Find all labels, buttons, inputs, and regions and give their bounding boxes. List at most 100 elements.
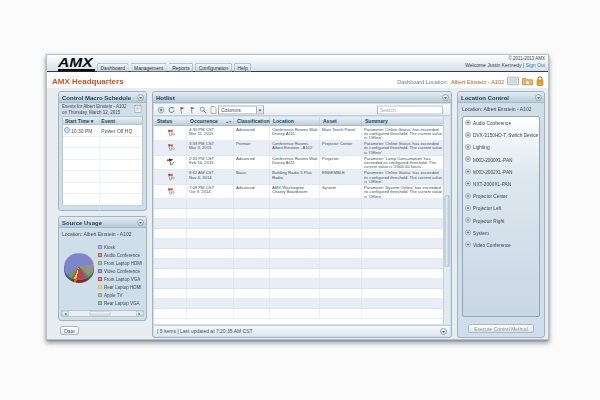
expand-plus-icon[interactable] bbox=[465, 132, 471, 139]
legend-item: Audio Conference bbox=[98, 251, 142, 259]
tab-dashboard[interactable]: Dashboard bbox=[97, 63, 128, 72]
dashboard-location-value[interactable]: Albert Einstein - A102 bbox=[451, 79, 504, 85]
device-item[interactable]: MXD-2000XL-PAN bbox=[463, 154, 539, 166]
tab-reports[interactable]: Reports bbox=[169, 63, 194, 72]
settings-icon[interactable] bbox=[157, 106, 165, 114]
device-label: Projector Right bbox=[473, 218, 504, 224]
hotlist-row[interactable]: 2:20 PM CSTFeb 16, 2015AdvancedConferenc… bbox=[154, 155, 445, 170]
expand-plus-icon[interactable] bbox=[465, 156, 471, 163]
sign-out-link[interactable]: Sign Out bbox=[526, 63, 545, 69]
hotlist-empty-row bbox=[154, 199, 445, 209]
device-label: MXD-2002XL-PAN bbox=[473, 169, 513, 175]
hotlist-col-classification[interactable]: Classification bbox=[234, 117, 270, 125]
schedule-empty-row bbox=[63, 137, 142, 149]
legend-item: Front Laptop VGA bbox=[98, 275, 142, 283]
source-usage-panel-title: Source Usage bbox=[59, 217, 146, 228]
folder-icon[interactable] bbox=[522, 77, 533, 88]
black-flag-check-icon bbox=[165, 157, 175, 167]
tab-configuration[interactable]: Configuration bbox=[195, 63, 232, 72]
page-icon[interactable] bbox=[210, 106, 218, 114]
hotlist-vscrollbar[interactable] bbox=[443, 117, 450, 324]
expand-plus-icon[interactable] bbox=[465, 193, 471, 200]
legend-swatch bbox=[98, 269, 102, 273]
expand-plus-icon[interactable] bbox=[465, 229, 471, 236]
device-item[interactable]: Projector Right bbox=[463, 215, 539, 227]
expand-plus-icon[interactable] bbox=[465, 168, 471, 175]
schedule-empty-row bbox=[63, 183, 142, 195]
hotlist-col-occurrence[interactable]: Occurrence▲▼ bbox=[187, 117, 234, 125]
hotlist-panel-title: Hotlist bbox=[153, 92, 451, 103]
hotlist-empty-row bbox=[154, 289, 445, 299]
red-flags-icon bbox=[165, 172, 175, 182]
schedule-col-start-time[interactable]: Start Time ▾ bbox=[63, 117, 99, 124]
hotlist-row[interactable]: 4:30 PM CSTMar 11, 2015AdvancedConferenc… bbox=[154, 126, 445, 141]
lock-icon[interactable] bbox=[536, 76, 544, 88]
device-item[interactable]: Projector Left bbox=[463, 202, 539, 214]
device-item[interactable]: Projector Center bbox=[463, 190, 539, 202]
scroll-right-arrow[interactable] bbox=[136, 311, 143, 316]
location-control-panel-title: Location Control bbox=[458, 92, 544, 103]
refresh-toolbar-icon[interactable] bbox=[168, 106, 176, 114]
schedule-col-event[interactable]: Event bbox=[99, 117, 142, 124]
hotlist-row[interactable]: 3:39 PM CSTMar 3, 2015PremierConference … bbox=[154, 141, 445, 156]
device-item[interactable]: System bbox=[463, 227, 539, 239]
columns-dropdown[interactable]: Columns bbox=[218, 106, 264, 115]
scroll-thumb[interactable] bbox=[90, 311, 111, 316]
device-label: DVX-3150HD-T, Switch Device bbox=[473, 133, 538, 139]
execute-control-method-button[interactable]: Execute Control Method bbox=[468, 324, 534, 333]
schedule-collapse-button[interactable] bbox=[137, 94, 144, 101]
expand-plus-icon[interactable] bbox=[465, 217, 471, 224]
hotlist-row[interactable]: 8:42 AM CSTNov 4, 2014BasicBuilding Radi… bbox=[154, 170, 445, 185]
schedule-event: Power Off HQ bbox=[99, 128, 142, 134]
device-label: Audio Conference bbox=[473, 120, 511, 126]
monitor-icon[interactable] bbox=[507, 77, 519, 88]
magnifier-icon[interactable] bbox=[199, 106, 207, 114]
hotlist-empty-row bbox=[154, 279, 445, 289]
search-input[interactable] bbox=[377, 106, 443, 115]
legend-swatch bbox=[98, 293, 102, 297]
hotlist-col-location[interactable]: Location bbox=[270, 117, 320, 125]
location-control-collapse-button[interactable] bbox=[535, 94, 542, 101]
device-item[interactable]: NXT-2000XL-PAN bbox=[463, 178, 539, 190]
flag-red-icon[interactable] bbox=[178, 106, 186, 114]
schedule-row[interactable]: 10:30 PMPower Off HQ bbox=[63, 125, 142, 137]
expand-plus-icon[interactable] bbox=[465, 242, 471, 249]
expand-plus-icon[interactable] bbox=[465, 181, 471, 188]
app-window: AMX DashboardManagementReportsConfigurat… bbox=[46, 54, 549, 340]
refresh-icon[interactable] bbox=[440, 328, 447, 335]
device-item[interactable]: MXD-2002XL-PAN bbox=[463, 166, 539, 178]
hotlist-scroll-thumb[interactable] bbox=[445, 195, 450, 267]
scroll-left-arrow[interactable] bbox=[62, 311, 69, 316]
tab-management[interactable]: Management bbox=[130, 63, 166, 72]
hotlist-collapse-button[interactable] bbox=[442, 94, 449, 101]
hotlist-row[interactable]: 7:08 PM CSTOct 9, 2014AdvancedAMX Washin… bbox=[154, 185, 445, 200]
flag-green-icon[interactable] bbox=[189, 106, 197, 114]
hotlist-location: AMX Washington Charity Boardroom bbox=[270, 185, 320, 199]
welcome-text: Welcome Justin Kennedy | Sign Out bbox=[465, 63, 545, 69]
hotlist-col-status[interactable]: Status bbox=[154, 117, 187, 125]
hotlist-occurrence: 8:42 AM CSTNov 4, 2014 bbox=[187, 170, 234, 184]
device-item[interactable]: Audio Conference bbox=[463, 117, 539, 129]
hotlist-col-asset[interactable]: Asset bbox=[320, 117, 362, 125]
hotlist-location: Conference Rooms Walt Disney A111 bbox=[270, 155, 320, 169]
device-item[interactable]: Lighting bbox=[463, 141, 539, 153]
hotlist-col-summary[interactable]: Summary bbox=[362, 117, 445, 125]
legend-swatch bbox=[98, 277, 102, 281]
hotlist-classification: Premier bbox=[234, 141, 270, 155]
expand-plus-icon[interactable] bbox=[465, 205, 471, 212]
schedule-panel-title: Control Macro Schedule bbox=[59, 92, 146, 103]
device-item[interactable]: Video Conference bbox=[463, 239, 539, 251]
hotlist-summary: Parameter 'Online Status' has exceeded i… bbox=[362, 126, 445, 140]
source-usage-hscrollbar[interactable] bbox=[61, 310, 144, 317]
report-icon[interactable] bbox=[134, 105, 142, 115]
hotlist-summary: Parameter 'Online Status' has exceeded i… bbox=[362, 170, 445, 184]
dashboard-content: Control Macro Schedule Events for Albert… bbox=[47, 88, 548, 339]
dropdown-arrow-icon[interactable] bbox=[256, 107, 263, 114]
source-usage-collapse-button[interactable] bbox=[137, 219, 144, 226]
date-button[interactable]: Date bbox=[60, 326, 79, 335]
device-item[interactable]: DVX-3150HD-T, Switch Device bbox=[463, 129, 539, 141]
tab-help[interactable]: Help bbox=[234, 63, 251, 72]
expand-plus-icon[interactable] bbox=[465, 144, 471, 151]
device-label: MXD-2000XL-PAN bbox=[473, 157, 513, 163]
expand-plus-icon[interactable] bbox=[465, 120, 471, 127]
